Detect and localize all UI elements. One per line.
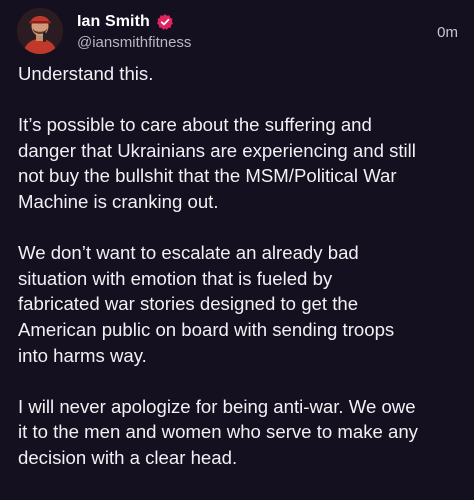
post-timestamp: 0m [437, 24, 458, 41]
author-name-row: Ian Smith [77, 12, 174, 32]
post-paragraph-2: It’s possible to care about the sufferin… [18, 114, 416, 212]
avatar[interactable] [17, 8, 63, 54]
author-handle[interactable]: @iansmithfitness [77, 34, 191, 51]
post-body: Understand this. It’s possible to care a… [18, 61, 464, 471]
post-card: Ian Smith @iansmithfitness 0m Understand… [0, 0, 474, 500]
post-paragraph-4: I will never apologize for being anti-wa… [18, 395, 418, 468]
post-paragraph-1: Understand this. [18, 63, 154, 84]
post-paragraph-3: We don’t want to escalate an already bad… [18, 242, 395, 366]
post-header: Ian Smith @iansmithfitness 0m [17, 8, 460, 56]
author-display-name[interactable]: Ian Smith [77, 13, 150, 31]
verified-badge-icon [156, 13, 174, 31]
